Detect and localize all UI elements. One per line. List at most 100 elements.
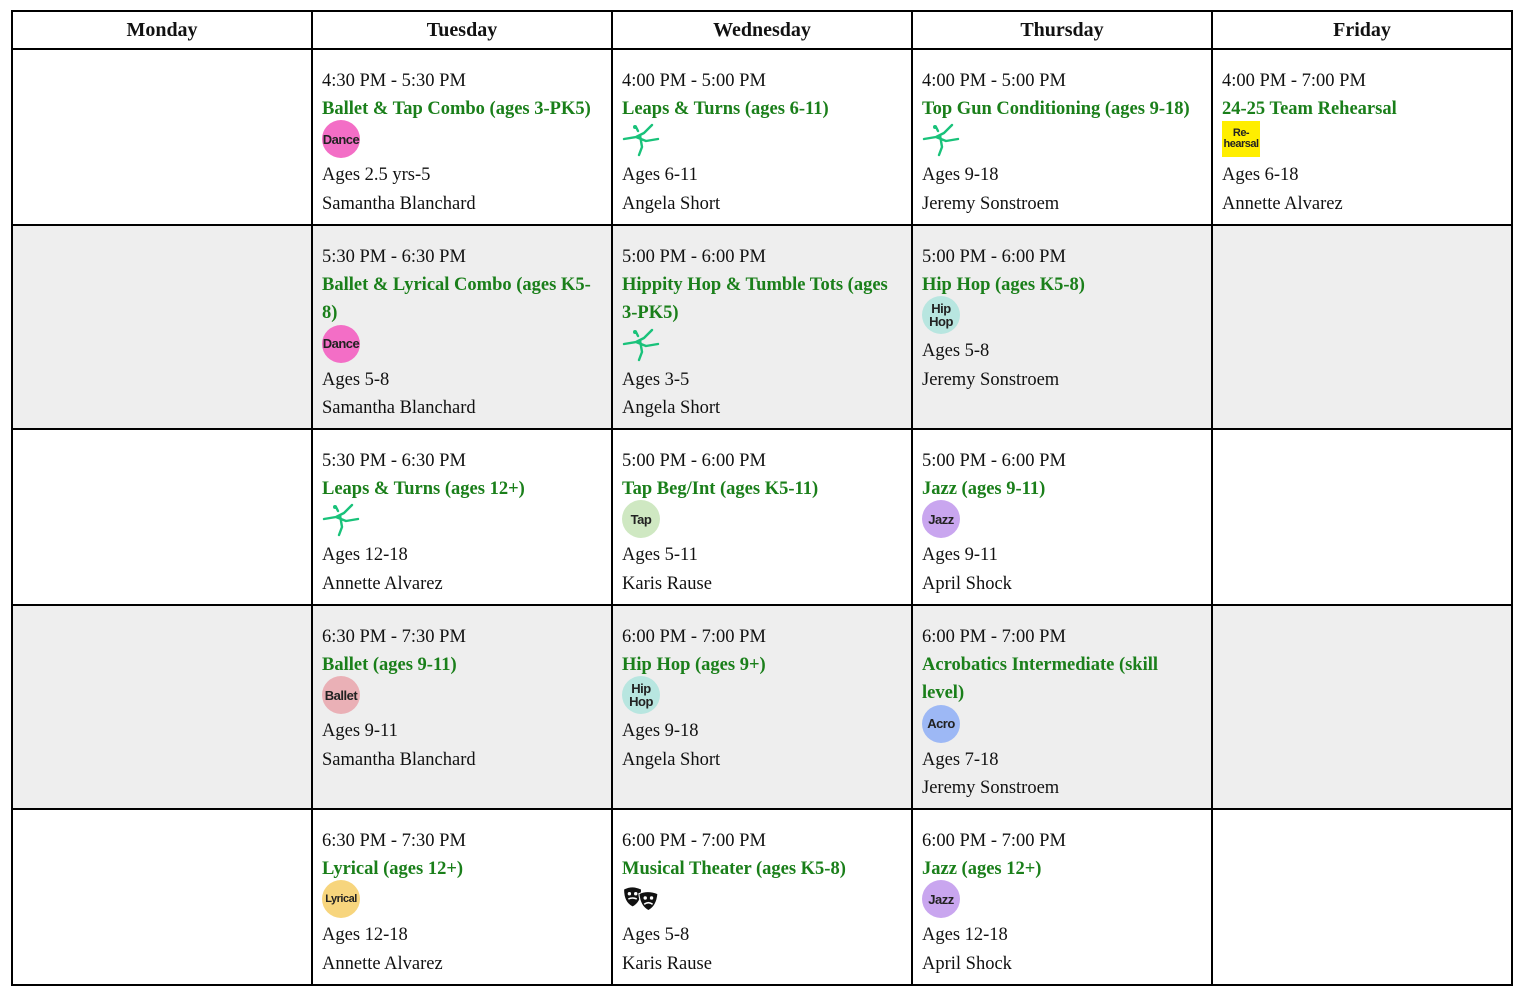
- class-entry: 4:00 PM - 5:00 PM Leaps & Turns (ages 6-…: [622, 50, 903, 218]
- leaping-dancer-icon: [322, 504, 360, 537]
- class-entry: 6:00 PM - 7:00 PM Jazz (ages 12+) Jazz A…: [922, 810, 1203, 978]
- schedule-cell: 4:00 PM - 7:00 PM 24-25 Team Rehearsal R…: [1211, 48, 1513, 226]
- class-entry: 5:00 PM - 6:00 PM Hip Hop (ages K5-8) Hi…: [922, 226, 1203, 394]
- schedule-cell-empty: [11, 808, 313, 986]
- class-ages: Ages 5-8: [322, 369, 390, 390]
- table-row: 4:30 PM - 5:30 PM Ballet & Tap Combo (ag…: [11, 48, 1513, 226]
- class-entry: 4:30 PM - 5:30 PM Ballet & Tap Combo (ag…: [322, 50, 603, 218]
- table-row: 6:30 PM - 7:30 PM Ballet (ages 9-11) Bal…: [11, 604, 1513, 810]
- class-entry: 6:00 PM - 7:00 PM Hip Hop (ages 9+) Hip H…: [622, 606, 903, 774]
- schedule-cell-empty: [1211, 224, 1513, 430]
- schedule-cell-empty: [1211, 808, 1513, 986]
- class-entry: 5:00 PM - 6:00 PM Hippity Hop & Tumble T…: [622, 226, 903, 422]
- schedule-cell: 6:00 PM - 7:00 PM Acrobatics Intermediat…: [911, 604, 1213, 810]
- class-instructor: Karis Rause: [622, 573, 712, 594]
- hiphop-badge-icon: Hip Hop: [922, 296, 960, 335]
- class-entry: 6:30 PM - 7:30 PM Ballet (ages 9-11) Bal…: [322, 606, 603, 774]
- day-header-row: Monday Tuesday Wednesday Thursday Friday: [11, 10, 1513, 50]
- class-instructor: Angela Short: [622, 397, 721, 418]
- leaping-dancer-icon: [622, 124, 660, 157]
- class-name: Leaps & Turns (ages 12+): [322, 479, 525, 500]
- class-time: 4:00 PM - 5:00 PM: [922, 71, 1066, 91]
- day-header-thursday: Thursday: [911, 10, 1213, 50]
- class-time: 4:00 PM - 7:00 PM: [1222, 71, 1366, 91]
- class-time: 5:00 PM - 6:00 PM: [922, 247, 1066, 267]
- tap-badge-icon: Tap: [622, 500, 660, 539]
- class-ages: Ages 5-8: [622, 925, 690, 946]
- class-instructor: Annette Alvarez: [1222, 193, 1343, 214]
- class-ages: Ages 5-8: [922, 341, 990, 362]
- class-name: 24-25 Team Rehearsal: [1222, 99, 1397, 120]
- class-name: Ballet (ages 9-11): [322, 655, 457, 676]
- class-ages: Ages 9-11: [922, 545, 998, 566]
- class-time: 6:00 PM - 7:00 PM: [622, 627, 766, 647]
- acro-badge-icon: Acro: [922, 704, 960, 743]
- schedule-cell-empty: [1211, 604, 1513, 810]
- class-instructor: April Shock: [922, 953, 1012, 974]
- class-name: Hip Hop (ages 9+): [622, 655, 766, 676]
- class-ages: Ages 6-18: [1222, 165, 1299, 186]
- dance-badge-icon: Dance: [322, 120, 360, 159]
- ballet-badge-icon: Ballet: [322, 676, 360, 715]
- class-name: Hip Hop (ages K5-8): [922, 275, 1085, 296]
- class-name: Tap Beg/Int (ages K5-11): [622, 479, 819, 500]
- class-instructor: Angela Short: [622, 749, 721, 770]
- schedule-cell-empty: [11, 48, 313, 226]
- class-time: 6:00 PM - 7:00 PM: [922, 627, 1066, 647]
- class-name: Musical Theater (ages K5-8): [622, 859, 846, 880]
- class-entry: 4:00 PM - 7:00 PM 24-25 Team Rehearsal R…: [1222, 50, 1503, 218]
- schedule-cell: 6:30 PM - 7:30 PM Ballet (ages 9-11) Bal…: [311, 604, 613, 810]
- class-instructor: Karis Rause: [622, 953, 712, 974]
- class-time: 6:30 PM - 7:30 PM: [322, 831, 466, 851]
- class-time: 5:00 PM - 6:00 PM: [922, 451, 1066, 471]
- class-ages: Ages 9-18: [622, 721, 699, 742]
- class-time: 4:30 PM - 5:30 PM: [322, 71, 466, 91]
- hiphop-badge-icon: Hip Hop: [622, 676, 660, 715]
- class-instructor: Jeremy Sonstroem: [922, 193, 1060, 214]
- dance-badge-icon: Dance: [322, 324, 360, 363]
- class-name: Jazz (ages 12+): [922, 859, 1042, 880]
- schedule-cell: 6:00 PM - 7:00 PM Hip Hop (ages 9+) Hip H…: [611, 604, 913, 810]
- leaping-dancer-icon: [922, 124, 960, 157]
- class-entry: 5:00 PM - 6:00 PM Tap Beg/Int (ages K5-1…: [622, 430, 903, 598]
- schedule-cell-empty: [11, 604, 313, 810]
- table-row: 6:30 PM - 7:30 PM Lyrical (ages 12+) Lyr…: [11, 808, 1513, 986]
- class-ages: Ages 6-11: [622, 165, 698, 186]
- class-time: 5:30 PM - 6:30 PM: [322, 247, 466, 267]
- class-ages: Ages 12-18: [322, 925, 408, 946]
- schedule-cell: 6:00 PM - 7:00 PM Musical Theater (ages …: [611, 808, 913, 986]
- class-ages: Ages 5-11: [622, 545, 698, 566]
- day-header-wednesday: Wednesday: [611, 10, 913, 50]
- class-ages: Ages 9-11: [322, 721, 398, 742]
- class-time: 5:00 PM - 6:00 PM: [622, 247, 766, 267]
- jazz-badge-icon: Jazz: [922, 880, 960, 919]
- class-ages: Ages 12-18: [922, 925, 1008, 946]
- class-time: 6:30 PM - 7:30 PM: [322, 627, 466, 647]
- schedule-cell-empty: [1211, 428, 1513, 606]
- class-instructor: Samantha Blanchard: [322, 397, 476, 418]
- class-name: Ballet & Tap Combo (ages 3-PK5): [322, 99, 591, 120]
- class-time: 5:00 PM - 6:00 PM: [622, 451, 766, 471]
- class-ages: Ages 2.5 yrs-5: [322, 165, 431, 186]
- class-ages: Ages 3-5: [622, 369, 690, 390]
- class-time: 5:30 PM - 6:30 PM: [322, 451, 466, 471]
- schedule-cell: 5:00 PM - 6:00 PM Hip Hop (ages K5-8) Hi…: [911, 224, 1213, 430]
- schedule-cell: 4:30 PM - 5:30 PM Ballet & Tap Combo (ag…: [311, 48, 613, 226]
- day-header-tuesday: Tuesday: [311, 10, 613, 50]
- class-entry: 6:30 PM - 7:30 PM Lyrical (ages 12+) Lyr…: [322, 810, 603, 978]
- class-instructor: Jeremy Sonstroem: [922, 369, 1060, 390]
- rehearsal-badge-icon: Re-hearsal: [1222, 121, 1260, 158]
- jazz-badge-icon: Jazz: [922, 500, 960, 539]
- schedule-cell: 4:00 PM - 5:00 PM Top Gun Conditioning (…: [911, 48, 1213, 226]
- class-entry: 5:30 PM - 6:30 PM Leaps & Turns (ages 12…: [322, 430, 603, 598]
- schedule-cell: 5:00 PM - 6:00 PM Jazz (ages 9-11) Jazz …: [911, 428, 1213, 606]
- table-row: 5:30 PM - 6:30 PM Leaps & Turns (ages 12…: [11, 428, 1513, 606]
- day-header-friday: Friday: [1211, 10, 1513, 50]
- theater-masks-icon: [623, 887, 659, 912]
- class-name: Hippity Hop & Tumble Tots (ages 3-PK5): [622, 275, 888, 324]
- leaping-dancer-icon: [622, 328, 660, 361]
- class-name: Lyrical (ages 12+): [322, 859, 464, 880]
- schedule-cell: 6:30 PM - 7:30 PM Lyrical (ages 12+) Lyr…: [311, 808, 613, 986]
- class-instructor: Samantha Blanchard: [322, 749, 476, 770]
- class-instructor: Annette Alvarez: [322, 953, 443, 974]
